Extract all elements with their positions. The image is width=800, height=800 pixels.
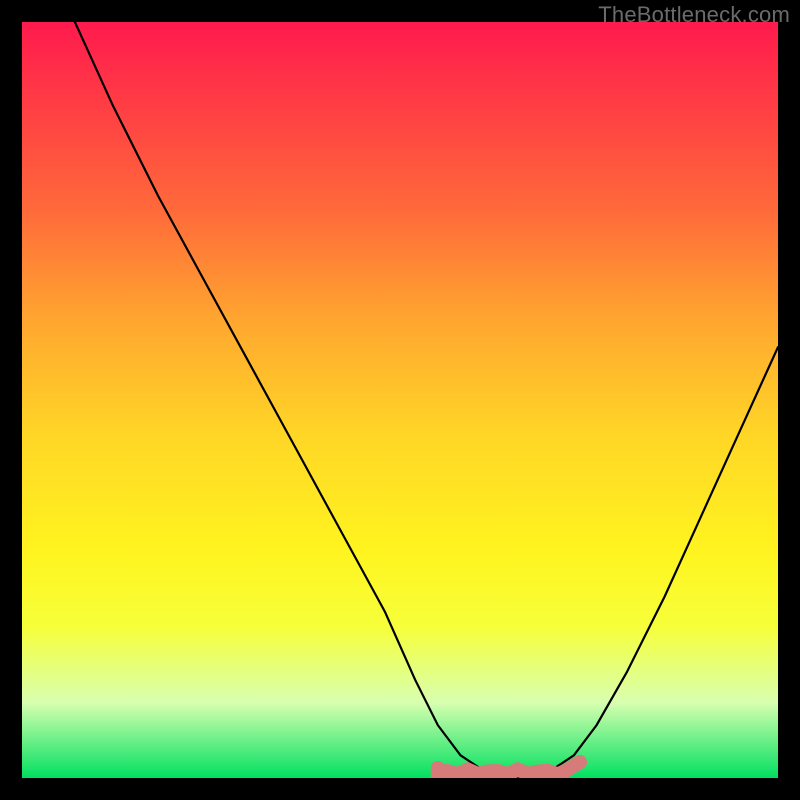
chart-frame (0, 0, 800, 800)
watermark: TheBottleneck.com (598, 2, 790, 28)
